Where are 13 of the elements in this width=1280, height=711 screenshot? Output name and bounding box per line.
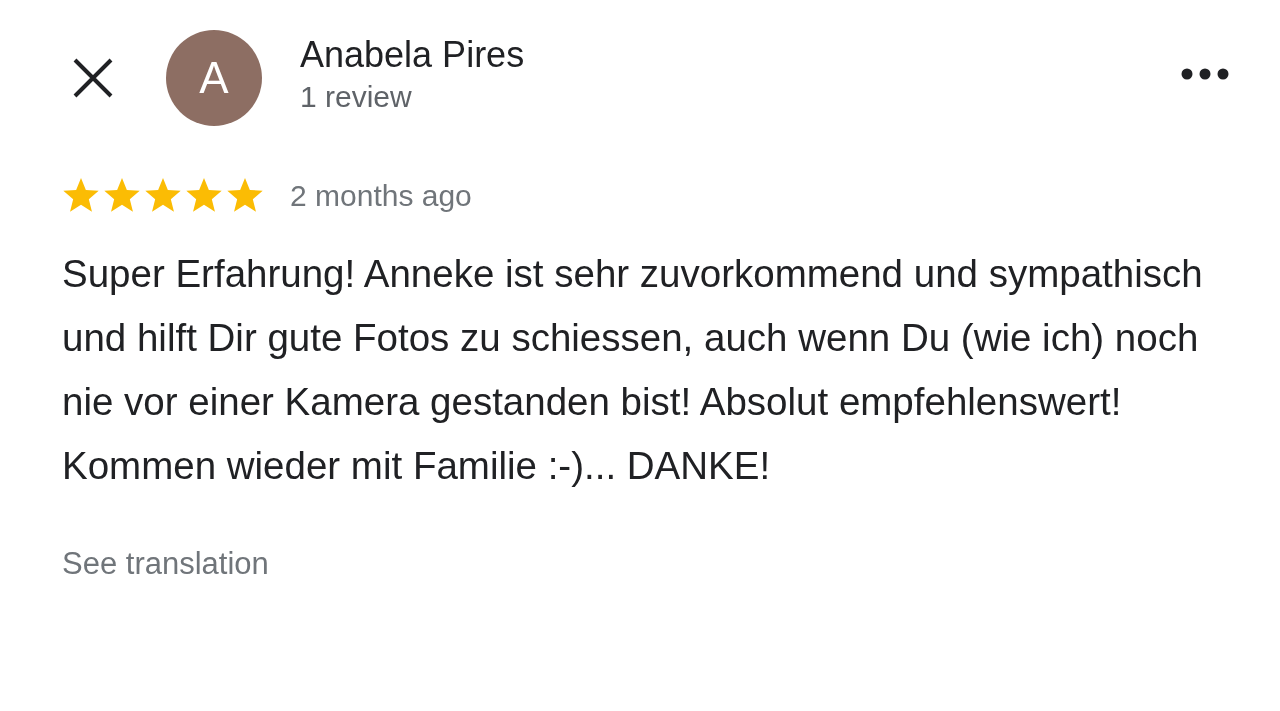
avatar[interactable]: A bbox=[166, 30, 262, 126]
star-icon bbox=[144, 178, 182, 214]
star-icon bbox=[103, 178, 141, 214]
reviewer-name[interactable]: Anabela Pires bbox=[300, 34, 1180, 76]
star-icon bbox=[185, 178, 223, 214]
review-time: 2 months ago bbox=[290, 179, 472, 213]
translation-link[interactable]: See translation bbox=[62, 546, 269, 582]
review-text: Super Erfahrung! Anneke ist sehr zuvorkommend und sympathisch und hilft Dir gute Fotos zu schiessen, auch wenn Du (wie ich) noch nie vor einer Kamera gestanden bist! Absolut empfehlenswert! Kommen wieder mit Familie :-)... DANKE! bbox=[62, 251, 1204, 489]
review-count: 1 review bbox=[300, 80, 413, 114]
more-icon bbox=[1181, 68, 1229, 80]
star-icon bbox=[226, 178, 264, 214]
close-icon bbox=[73, 58, 113, 98]
star-icon bbox=[62, 178, 100, 214]
